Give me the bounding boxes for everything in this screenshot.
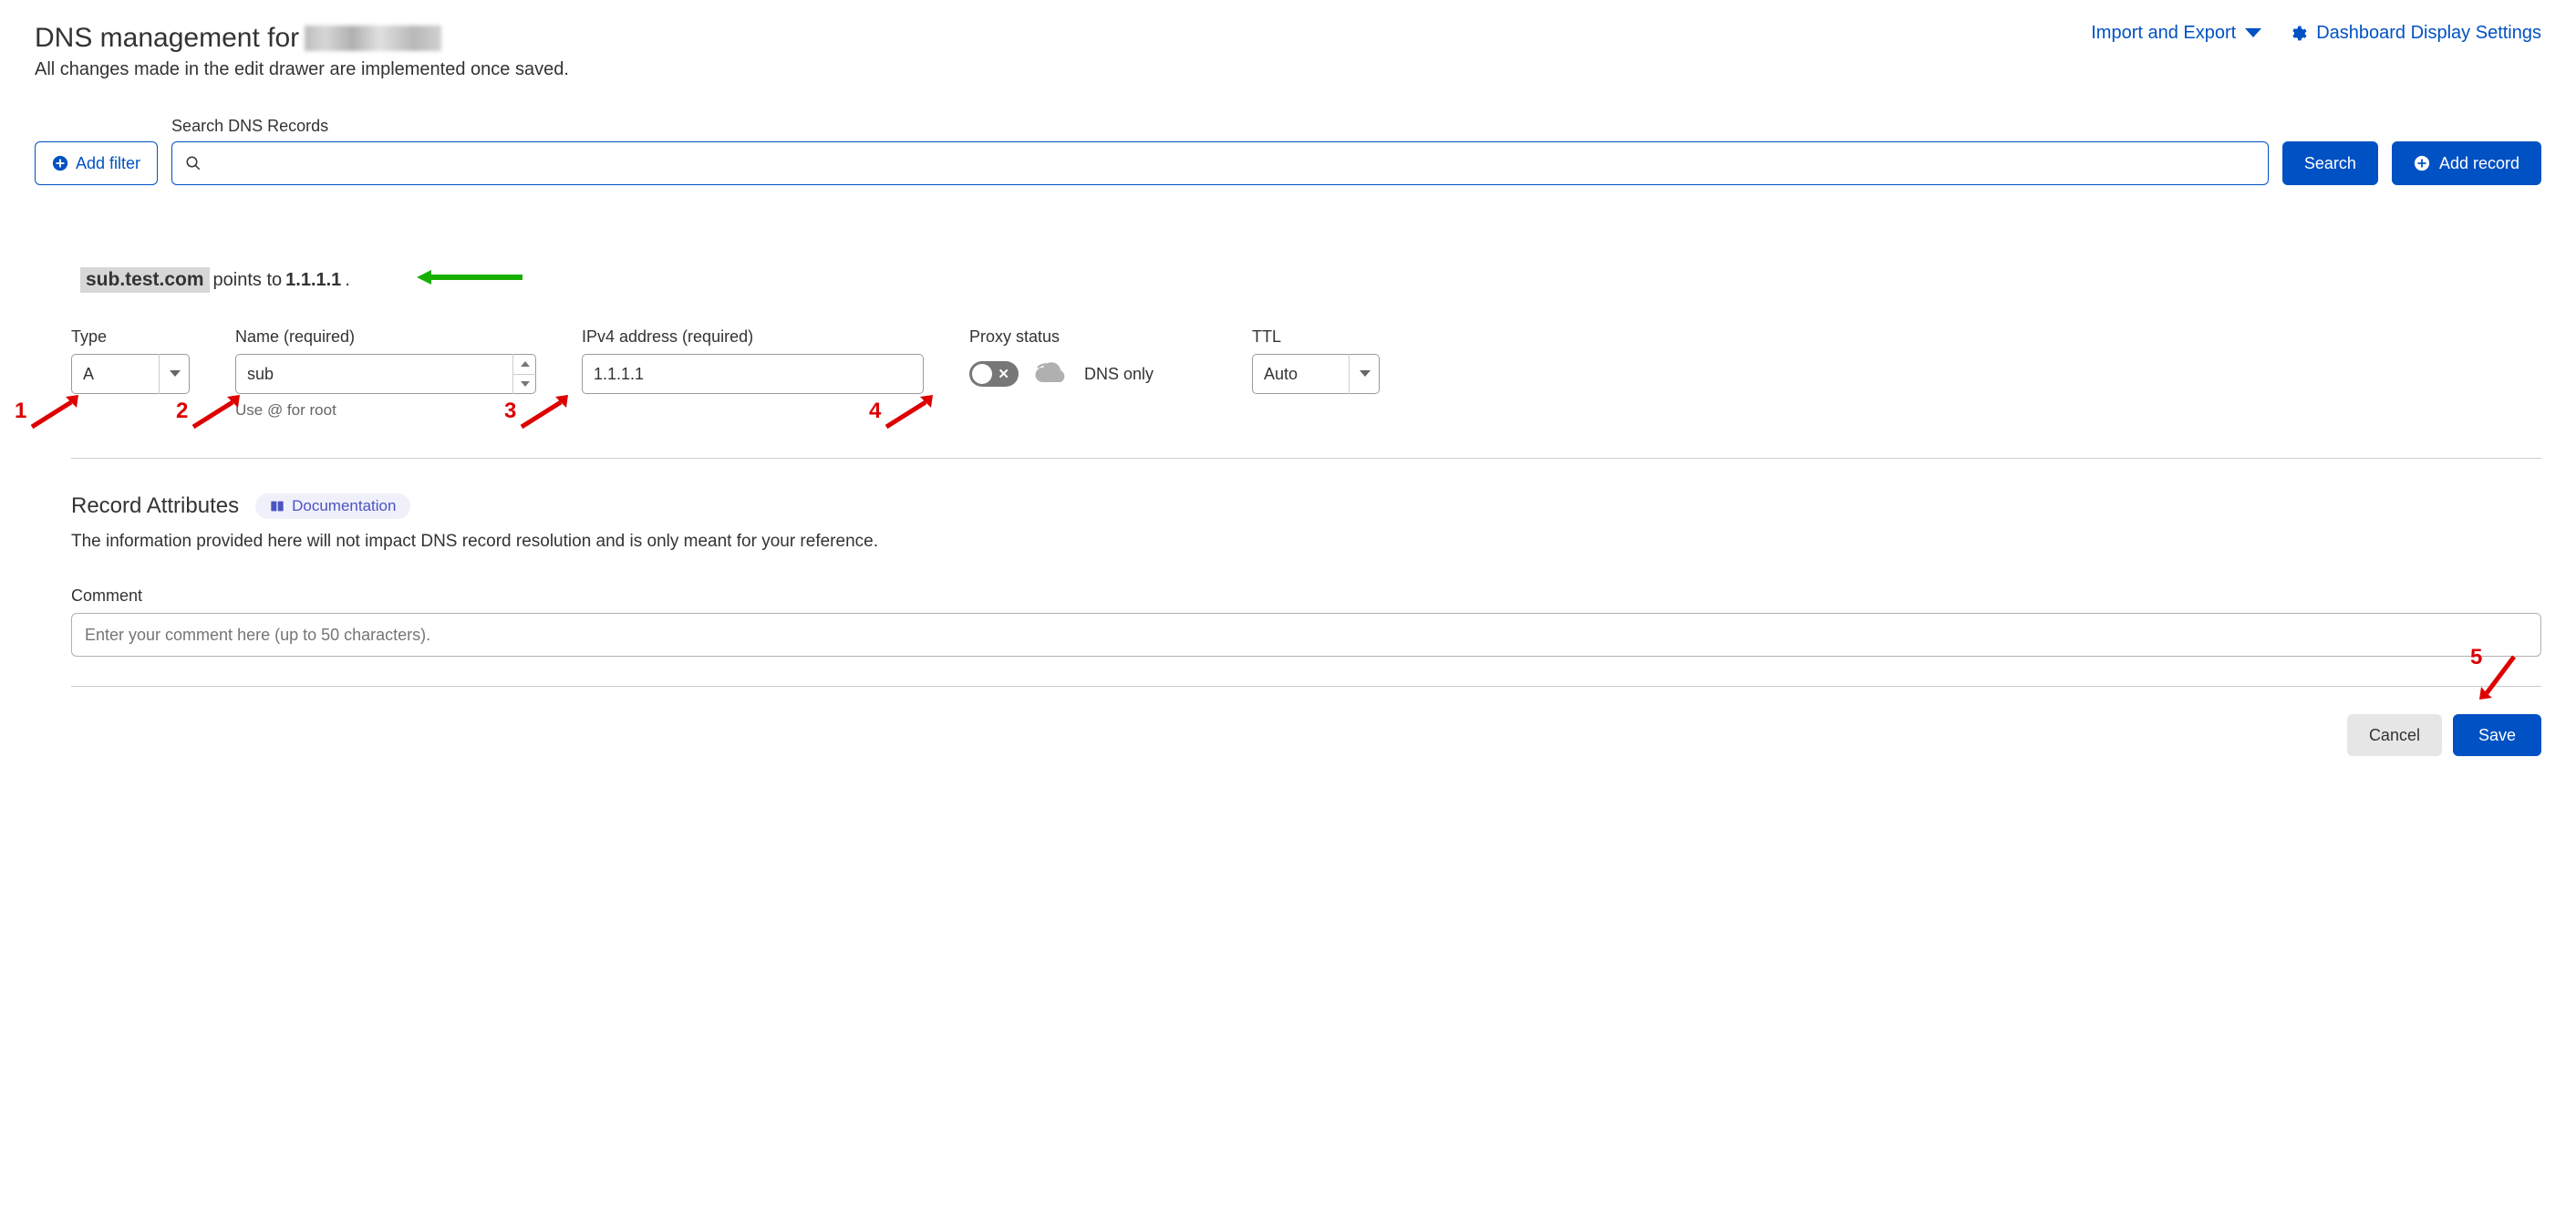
title-block: DNS management for All changes made in t… (35, 23, 569, 80)
documentation-label: Documentation (292, 497, 396, 515)
ttl-label: TTL (1252, 327, 1380, 347)
type-value[interactable] (71, 354, 190, 394)
record-editor: sub.test.com points to 1.1.1.1. Type Nam… (71, 267, 2541, 420)
add-record-button[interactable]: Add record (2392, 141, 2541, 185)
plus-circle-icon (52, 155, 68, 171)
search-button[interactable]: Search (2282, 141, 2378, 185)
page-title: DNS management for (35, 23, 569, 54)
cloud-icon (1033, 362, 1070, 386)
annotation-arrow-4: 4 (869, 399, 881, 424)
name-stepper[interactable] (512, 354, 536, 394)
type-label: Type (71, 327, 190, 347)
search-button-label: Search (2304, 154, 2356, 173)
toggle-knob (972, 364, 992, 384)
name-label: Name (required) (235, 327, 536, 347)
redacted-domain-name (305, 26, 441, 51)
title-prefix: DNS management for (35, 23, 299, 54)
type-select[interactable] (71, 354, 190, 394)
add-record-label: Add record (2439, 154, 2519, 173)
summary-middle: points to (213, 270, 283, 291)
caret-down-icon (2245, 28, 2261, 39)
top-actions: Import and Export Dashboard Display Sett… (2091, 23, 2541, 44)
annotation-arrow-2: 2 (176, 399, 188, 424)
annotation-green-arrow (413, 266, 522, 288)
name-input[interactable] (235, 354, 536, 394)
book-icon (270, 499, 284, 513)
import-export-label: Import and Export (2091, 23, 2236, 44)
ttl-value[interactable] (1252, 354, 1380, 394)
caret-up-icon (513, 354, 536, 375)
caret-down-icon (513, 375, 536, 395)
cancel-button[interactable]: Cancel (2347, 714, 2442, 756)
search-input[interactable] (212, 154, 2255, 173)
import-export-link[interactable]: Import and Export (2091, 23, 2261, 44)
save-button[interactable]: Save (2453, 714, 2541, 756)
documentation-link[interactable]: Documentation (255, 493, 410, 519)
plus-circle-icon (2414, 155, 2430, 171)
add-filter-button[interactable]: Add filter (35, 141, 158, 185)
ttl-select[interactable] (1252, 354, 1380, 394)
page-subtitle: All changes made in the edit drawer are … (35, 59, 569, 80)
ip-input[interactable] (582, 354, 924, 394)
proxy-status-text: DNS only (1084, 365, 1154, 384)
name-helper: Use @ for root (235, 401, 536, 420)
attributes-subtext: The information provided here will not i… (71, 532, 2541, 552)
proxy-label: Proxy status (969, 327, 1206, 347)
summary-tail: . (345, 270, 350, 291)
annotation-arrow-1: 1 (15, 399, 26, 424)
search-box[interactable] (171, 141, 2269, 185)
dashboard-settings-label: Dashboard Display Settings (2316, 23, 2541, 44)
toggle-x-icon: ✕ (998, 366, 1009, 382)
summary-ip: 1.1.1.1 (285, 270, 341, 291)
ip-label: IPv4 address (required) (582, 327, 924, 347)
attributes-heading: Record Attributes (71, 493, 239, 519)
proxy-toggle[interactable]: ✕ (969, 361, 1019, 387)
divider (71, 458, 2541, 459)
add-filter-label: Add filter (76, 154, 140, 173)
annotation-arrow-3: 3 (504, 399, 516, 424)
divider (71, 686, 2541, 687)
search-label: Search DNS Records (171, 117, 2269, 136)
dashboard-settings-link[interactable]: Dashboard Display Settings (2289, 23, 2541, 44)
summary-domain: sub.test.com (80, 267, 210, 293)
comment-input[interactable] (71, 613, 2541, 657)
comment-label: Comment (71, 586, 2541, 606)
gear-icon (2289, 25, 2307, 43)
search-icon (185, 155, 202, 171)
annotation-arrow-5: 5 (2478, 652, 2523, 708)
